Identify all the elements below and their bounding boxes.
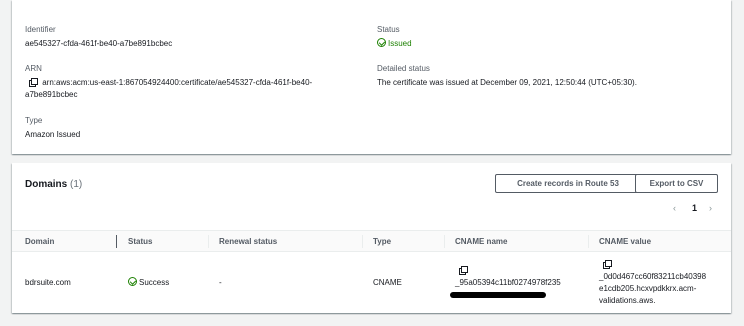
column-header-cname-value[interactable]: CNAME value (599, 237, 651, 246)
cname-value-line-2: e1cdb205.hcxvpdkkrx.acm- (599, 284, 697, 293)
column-divider (588, 235, 589, 248)
arn-value: arn:aws:acm:us-east-1:867054924400:certi… (29, 77, 312, 89)
domain-cell: bdrsuite.com (25, 278, 71, 287)
column-header-domain[interactable]: Domain (25, 237, 54, 246)
column-header-renewal-status[interactable]: Renewal status (219, 237, 277, 246)
cname-value-line-3: validations.aws. (599, 296, 656, 305)
type-value: Amazon Issued (25, 130, 81, 139)
status-badge: Issued (377, 38, 412, 50)
domain-status-cell: Success (128, 277, 169, 289)
success-check-icon (128, 277, 137, 286)
column-header-status[interactable]: Status (128, 237, 152, 246)
table-header: Domain Status Renewal status Type CNAME … (12, 230, 731, 252)
domains-heading: Domains (1) (25, 179, 82, 190)
cname-name-cell: _95a05394c11bf0274978f235 (455, 278, 561, 287)
status-value: Issued (388, 39, 412, 48)
status-label: Status (377, 25, 400, 34)
type-cell: CNAME (373, 278, 402, 287)
arn-label: ARN (25, 64, 42, 73)
identifier-value: ae545327-cfda-461f-be40-a7be891bcbec (25, 39, 173, 48)
detailed-status-value: The certificate was issued at December 0… (377, 78, 637, 87)
previous-page-icon[interactable]: ‹ (673, 203, 676, 213)
domains-title: Domains (25, 179, 68, 190)
copy-icon[interactable] (29, 78, 38, 87)
domains-count: (1) (70, 179, 83, 190)
renewal-status-cell: - (219, 278, 222, 287)
cname-value-line-1: _0d0d467cc60f83211cb40398 (599, 272, 707, 281)
cname-name-copy[interactable] (459, 265, 468, 277)
column-divider (362, 235, 363, 248)
type-label: Type (25, 116, 43, 125)
column-header-cname-name[interactable]: CNAME name (455, 237, 507, 246)
page-number-1[interactable]: 1 (692, 203, 697, 213)
detailed-status-label: Detailed status (377, 64, 430, 73)
next-page-icon[interactable]: › (709, 203, 712, 213)
success-check-icon (377, 38, 386, 47)
cname-value-copy[interactable] (603, 259, 612, 271)
column-resize-handle[interactable] (116, 235, 117, 248)
copy-icon[interactable] (603, 260, 612, 269)
domains-panel: Domains (1) Create records in Route 53 E… (12, 163, 731, 313)
copy-icon[interactable] (459, 266, 468, 275)
certificate-details-panel: Identifier ae545327-cfda-461f-be40-a7be8… (12, 0, 731, 154)
column-divider (444, 235, 445, 248)
identifier-label: Identifier (25, 25, 56, 34)
arn-line-1: arn:aws:acm:us-east-1:867054924400:certi… (42, 78, 313, 87)
domain-status-value: Success (139, 278, 170, 287)
export-csv-button[interactable]: Export to CSV (635, 174, 718, 193)
create-records-route53-button[interactable]: Create records in Route 53 (495, 174, 641, 193)
arn-line-2: a7be891bcbec (25, 90, 78, 99)
redaction-mark (450, 292, 546, 298)
column-header-type[interactable]: Type (373, 237, 391, 246)
column-divider (208, 235, 209, 248)
